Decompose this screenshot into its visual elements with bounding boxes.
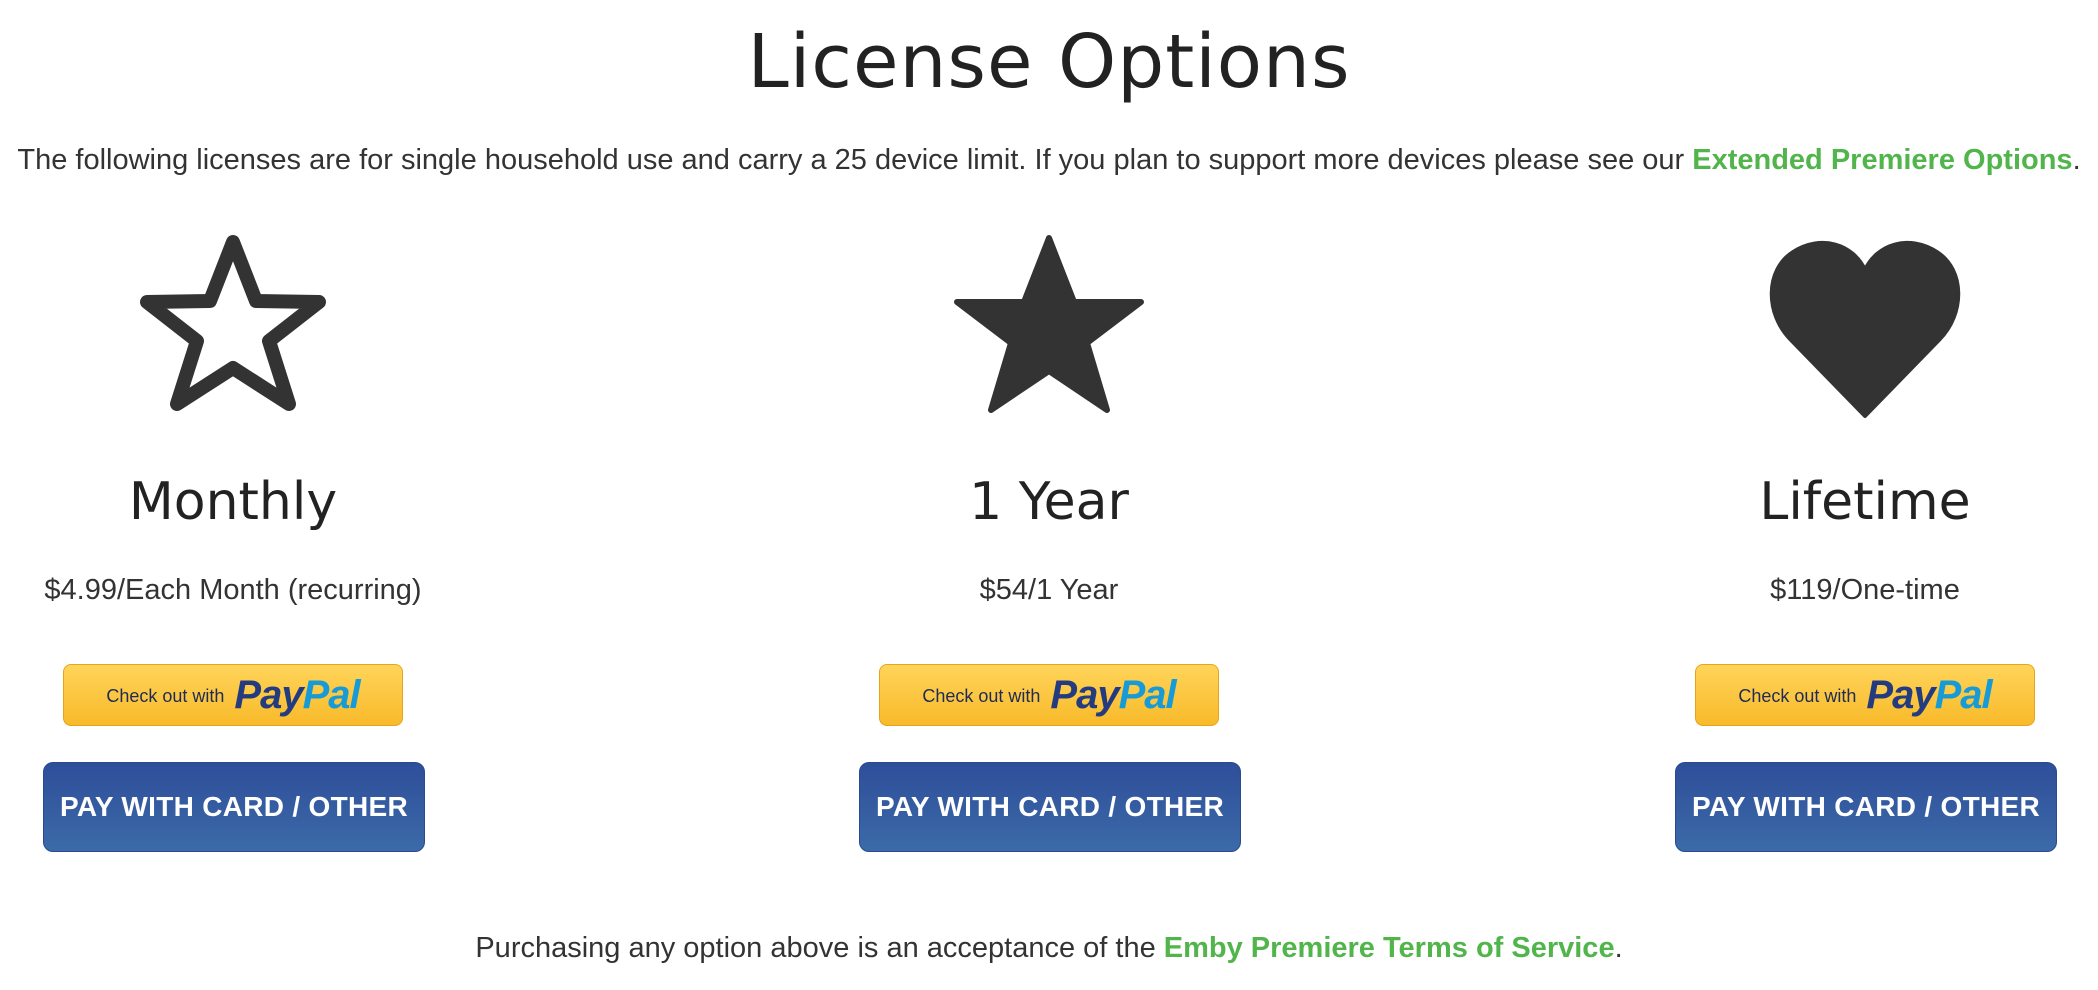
terms-notice: Purchasing any option above is an accept… — [0, 926, 2098, 970]
extended-premiere-options-link[interactable]: Extended Premiere Options — [1692, 144, 2072, 176]
paypal-checkout-button[interactable]: Check out with PayPal — [879, 664, 1219, 726]
paypal-logo-pal: Pal — [1934, 672, 1993, 717]
pay-with-card-button[interactable]: PAY WITH CARD / OTHER — [1675, 762, 2057, 852]
star-outline-icon — [133, 230, 333, 430]
paypal-logo-pay: Pay — [234, 672, 303, 717]
paypal-logo: PayPal — [1866, 672, 1993, 718]
paypal-prefix: Check out with — [1738, 685, 1857, 706]
paypal-prefix: Check out with — [922, 685, 1041, 706]
plan-name: 1 Year — [969, 472, 1129, 532]
page-title: License Options — [747, 19, 1351, 105]
intro-text-before: The following licenses are for single ho… — [17, 144, 1693, 176]
plan-name: Lifetime — [1759, 472, 1971, 532]
paypal-logo: PayPal — [234, 672, 361, 718]
plan-price: $4.99/Each Month (recurring) — [44, 574, 422, 606]
plan-price: $54/1 Year — [979, 574, 1119, 606]
heart-icon — [1765, 230, 1965, 430]
paypal-logo: PayPal — [1050, 672, 1177, 718]
paypal-checkout-button[interactable]: Check out with PayPal — [1695, 664, 2035, 726]
intro-text: The following licenses are for single ho… — [0, 138, 2098, 182]
plan-name: Monthly — [128, 472, 338, 532]
star-filled-icon — [949, 230, 1149, 430]
paypal-logo-pay: Pay — [1050, 672, 1119, 717]
terms-text-after: . — [1614, 932, 1623, 964]
paypal-logo-pay: Pay — [1866, 672, 1935, 717]
plan-price: $119/One-time — [1770, 574, 1960, 606]
paypal-checkout-button[interactable]: Check out with PayPal — [63, 664, 403, 726]
terms-text-before: Purchasing any option above is an accept… — [475, 932, 1164, 964]
pay-with-card-button[interactable]: PAY WITH CARD / OTHER — [859, 762, 1241, 852]
intro-text-after: . — [2072, 144, 2081, 176]
terms-of-service-link[interactable]: Emby Premiere Terms of Service — [1164, 932, 1615, 964]
paypal-prefix: Check out with — [106, 685, 225, 706]
paypal-logo-pal: Pal — [302, 672, 361, 717]
pay-with-card-button[interactable]: PAY WITH CARD / OTHER — [43, 762, 425, 852]
paypal-logo-pal: Pal — [1118, 672, 1177, 717]
